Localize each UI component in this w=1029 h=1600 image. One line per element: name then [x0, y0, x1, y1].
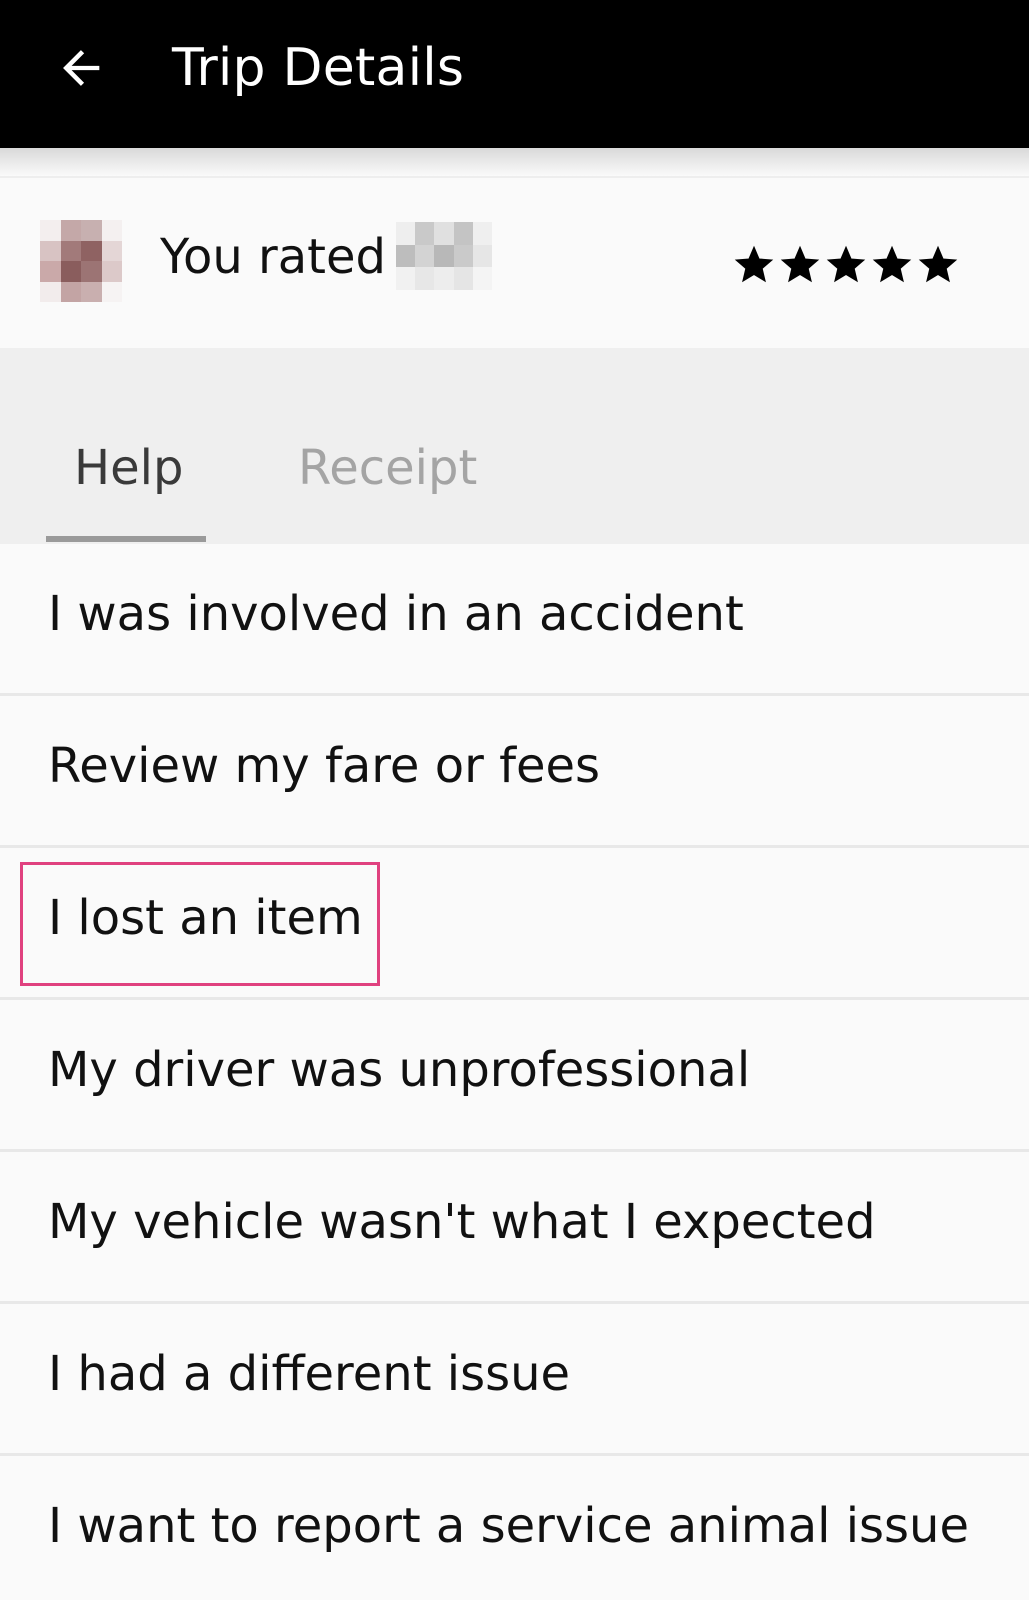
tab-help[interactable]: Help [74, 438, 183, 518]
rating-row: You rated [0, 176, 1029, 348]
issue-item-driver-unprofessional[interactable]: My driver was unprofessional [0, 1000, 1029, 1152]
issue-label: I had a different issue [48, 1346, 571, 1402]
app-bar-shadow [0, 148, 1029, 176]
active-tab-indicator [46, 536, 206, 542]
issue-item-lost-item[interactable]: I lost an item [0, 848, 1029, 1000]
driver-name-redacted [396, 222, 492, 290]
star-icon [918, 245, 958, 283]
issue-item-accident[interactable]: I was involved in an accident [0, 544, 1029, 696]
issue-item-vehicle-unexpected[interactable]: My vehicle wasn't what I expected [0, 1152, 1029, 1304]
star-icon [826, 245, 866, 283]
issue-label: I lost an item [48, 890, 363, 946]
issue-item-service-animal[interactable]: I want to report a service animal issue [0, 1456, 1029, 1600]
issue-label: Review my fare or fees [48, 738, 601, 794]
help-issue-list: I was involved in an accident Review my … [0, 544, 1029, 1600]
tab-receipt[interactable]: Receipt [298, 438, 477, 518]
rated-label: You rated [160, 229, 386, 285]
star-icon [734, 245, 774, 283]
page-title: Trip Details [172, 38, 465, 98]
issue-label: My driver was unprofessional [48, 1042, 751, 1098]
app-bar: Trip Details [0, 0, 1029, 148]
driver-avatar [40, 220, 122, 302]
issue-item-fare-review[interactable]: Review my fare or fees [0, 696, 1029, 848]
tab-bar: Help Receipt [0, 348, 1029, 544]
star-rating [734, 234, 958, 294]
issue-label: I was involved in an accident [48, 586, 744, 642]
star-icon [872, 245, 912, 283]
star-icon [780, 245, 820, 283]
arrow-left-icon [63, 50, 100, 86]
issue-label: I want to report a service animal issue [48, 1498, 969, 1554]
trip-details-screen: Trip Details You rated Help Receipt I wa… [0, 0, 1029, 1600]
issue-label: My vehicle wasn't what I expected [48, 1194, 876, 1250]
issue-item-different-issue[interactable]: I had a different issue [0, 1304, 1029, 1456]
back-button[interactable] [44, 30, 120, 106]
